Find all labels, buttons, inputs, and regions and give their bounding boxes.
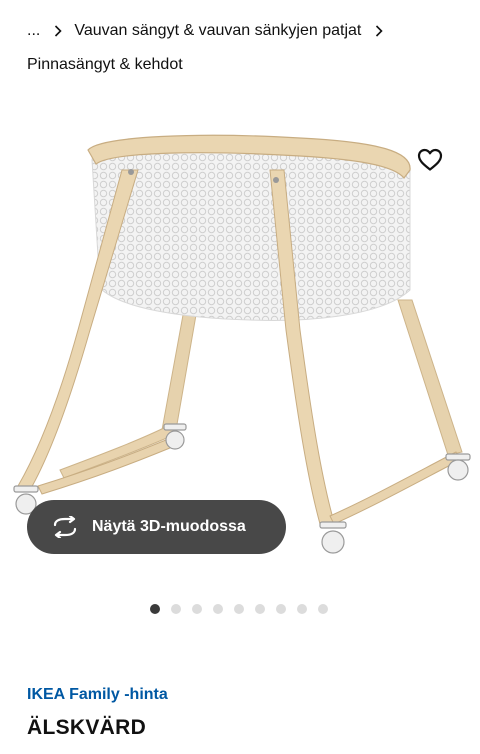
carousel-dot[interactable] — [276, 604, 286, 614]
product-name: ÄLSKVÄRD — [27, 716, 147, 739]
carousel-dot[interactable] — [234, 604, 244, 614]
carousel-dot[interactable] — [213, 604, 223, 614]
breadcrumb-ellipsis[interactable]: ... — [27, 18, 40, 44]
rotate-3d-icon — [51, 516, 79, 538]
breadcrumb-category-link[interactable]: Vauvan sängyt & vauvan sänkyjen patjat — [74, 18, 361, 44]
carousel-dot[interactable] — [150, 604, 160, 614]
favourite-button[interactable] — [414, 144, 446, 176]
carousel-dot[interactable] — [297, 604, 307, 614]
carousel-indicator — [150, 604, 328, 614]
view-3d-button[interactable]: Näytä 3D-muodossa — [27, 500, 286, 554]
heart-outline-icon — [417, 148, 443, 171]
view-3d-label: Näytä 3D-muodossa — [92, 518, 246, 535]
chevron-right-icon — [375, 25, 383, 37]
chevron-right-icon — [54, 25, 62, 37]
carousel-dot[interactable] — [255, 604, 265, 614]
family-price-label: IKEA Family -hinta — [27, 686, 168, 703]
carousel-dot[interactable] — [318, 604, 328, 614]
breadcrumb: ... Vauvan sängyt & vauvan sänkyjen patj… — [27, 18, 467, 78]
carousel-dot[interactable] — [171, 604, 181, 614]
carousel-dot[interactable] — [192, 604, 202, 614]
breadcrumb-current-link[interactable]: Pinnasängyt & kehdot — [27, 52, 183, 78]
